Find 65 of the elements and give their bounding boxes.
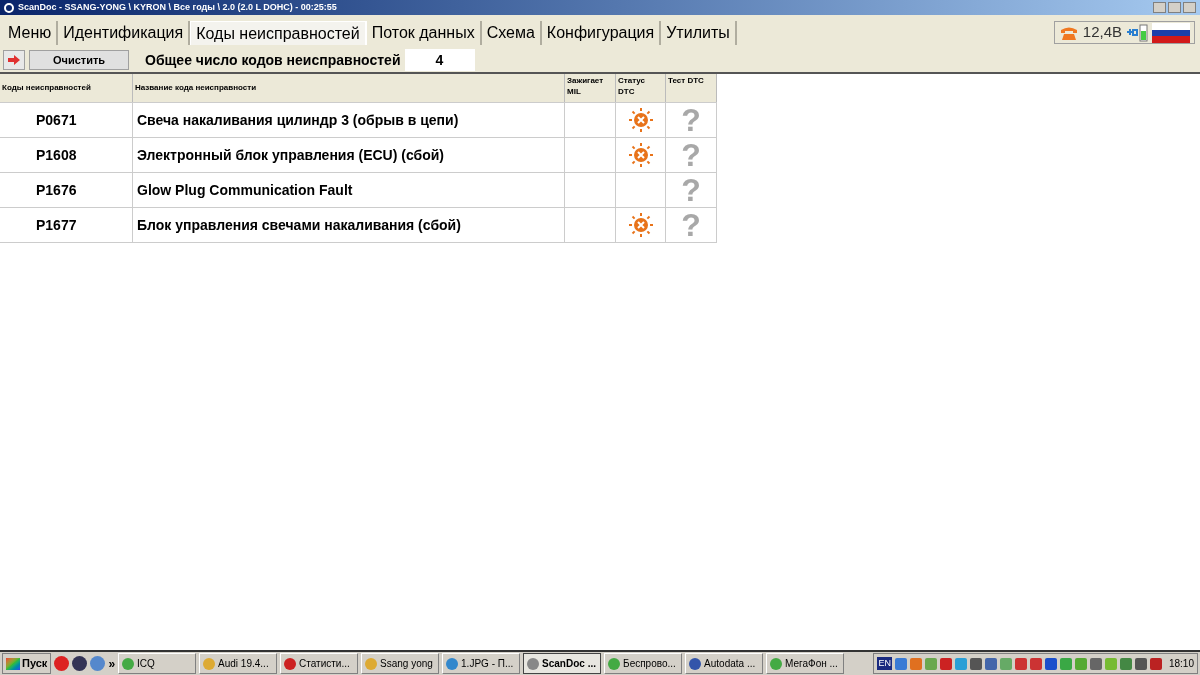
tray-icon[interactable]: [1134, 657, 1147, 670]
quick-launch-icon[interactable]: [72, 656, 88, 671]
column-header: Тест DTC: [666, 74, 717, 102]
test-status: ?: [666, 103, 717, 137]
table-cell: Glow Plug Communication Fault: [133, 173, 565, 207]
total-count-field: 4: [404, 49, 475, 71]
flag-icon: [1152, 22, 1190, 43]
app-icon: [608, 657, 621, 670]
taskbar-button[interactable]: Autodata ...: [685, 653, 764, 674]
table-cell: P1677: [0, 208, 133, 242]
test-status: ?: [666, 173, 717, 207]
taskbar-button[interactable]: Беспрово...: [604, 653, 683, 674]
column-header: Зажигает MIL: [565, 74, 616, 102]
tab[interactable]: Коды неисправностей: [190, 21, 367, 45]
taskbar-button[interactable]: Audi 19.4...: [199, 653, 278, 674]
column-header: Название кода неисправности: [133, 74, 565, 102]
taskbar-button[interactable]: ScanDoc ...: [523, 653, 602, 674]
clear-button[interactable]: Очистить: [29, 50, 129, 70]
plug-battery-icon: [1126, 23, 1148, 42]
tray-icon[interactable]: [939, 657, 952, 670]
app-icon: [365, 657, 378, 670]
app-icon: [203, 657, 216, 670]
taskbar-button[interactable]: ICQ: [118, 653, 197, 674]
app-icon: [284, 657, 297, 670]
tray-icon[interactable]: [1014, 657, 1027, 670]
tray-icon[interactable]: [1029, 657, 1042, 670]
column-header: Коды неисправностей: [0, 74, 133, 102]
table-cell: Свеча накаливания цилиндр 3 (обрыв в цепи): [133, 103, 565, 137]
table-cell: P1676: [0, 173, 133, 207]
arrow-icon: [8, 55, 20, 65]
app-icon: [689, 657, 702, 670]
taskbar-button[interactable]: Ssang yong: [361, 653, 440, 674]
taskbar-button[interactable]: МегаФон ...: [766, 653, 845, 674]
tray-icon[interactable]: [1089, 657, 1102, 670]
language-indicator[interactable]: EN: [877, 656, 892, 671]
total-label: Общее число кодов неисправностей: [145, 50, 401, 70]
tray-icon[interactable]: [1059, 657, 1072, 670]
table-cell: P0671: [0, 103, 133, 137]
windows-logo-icon: [6, 657, 20, 670]
tray-icon[interactable]: [909, 657, 922, 670]
tray-icon[interactable]: [1044, 657, 1057, 670]
window-title: ScanDoc - SSANG-YONG \ KYRON \ Все годы \ 2.0 (2.0 L DOHC) - 00:25:55: [18, 0, 337, 14]
column-header: Статус DTC: [616, 74, 666, 102]
table-cell: Блок управления свечами накаливания (сбой): [133, 208, 565, 242]
tray-icon[interactable]: [894, 657, 907, 670]
app-icon: [122, 657, 135, 670]
taskbar-button[interactable]: 1.JPG - П...: [442, 653, 521, 674]
table-cell: Электронный блок управления (ECU) (сбой): [133, 138, 565, 172]
tray-icon[interactable]: [1149, 657, 1162, 670]
start-button[interactable]: Пуск: [2, 653, 52, 674]
clock: 18:10: [1168, 657, 1194, 671]
tray-icon[interactable]: [969, 657, 982, 670]
arrow-button[interactable]: [3, 50, 25, 70]
voltage-reading: 12,4B: [1082, 22, 1122, 43]
app-icon: [4, 2, 14, 13]
test-status: ?: [666, 138, 717, 172]
tray-icon[interactable]: [984, 657, 997, 670]
tray-icon[interactable]: [1119, 657, 1132, 670]
app-icon: [770, 657, 783, 670]
test-status: ?: [666, 208, 717, 242]
app-icon: [446, 657, 459, 670]
chevron[interactable]: »: [108, 654, 116, 673]
table-cell: P1608: [0, 138, 133, 172]
app-icon: [527, 657, 540, 670]
taskbar-button[interactable]: Статисти...: [280, 653, 359, 674]
